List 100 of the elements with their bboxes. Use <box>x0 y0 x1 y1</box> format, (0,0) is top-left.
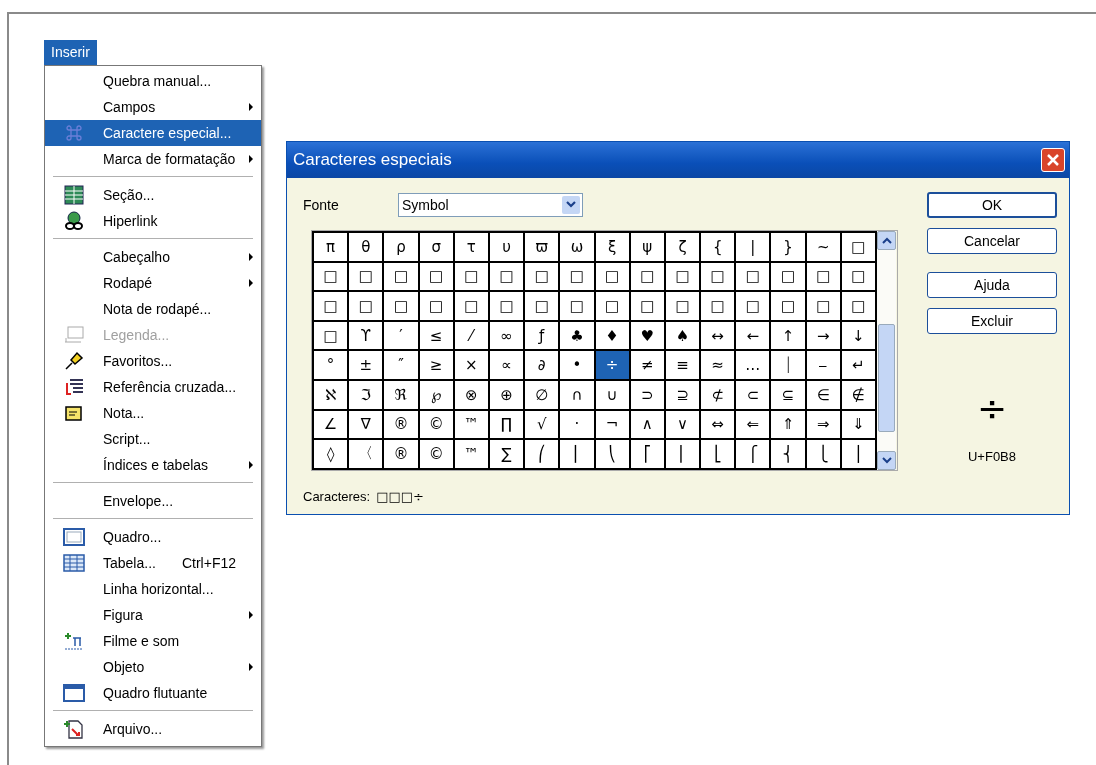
character-cell[interactable]: ⏐ <box>771 351 805 379</box>
character-cell[interactable]: ⊆ <box>771 380 805 409</box>
character-cell[interactable]: ℵ <box>314 380 348 409</box>
menu-item[interactable]: Rodapé <box>45 270 261 296</box>
character-cell[interactable]: ⎡ <box>630 440 664 468</box>
character-cell[interactable]: ⊂ <box>736 380 770 409</box>
character-cell[interactable]: ∇ <box>349 410 383 439</box>
scroll-down-icon[interactable] <box>877 450 896 470</box>
menu-item[interactable]: Hiperlink <box>45 208 261 234</box>
character-cell[interactable]: □ <box>665 262 700 291</box>
character-cell[interactable]: ρ <box>384 233 418 261</box>
character-cell[interactable]: ♣ <box>560 321 594 350</box>
character-cell[interactable]: ® <box>384 440 418 468</box>
character-cell[interactable]: □ <box>419 262 453 291</box>
character-cell[interactable]: ∈ <box>806 380 840 409</box>
font-dropdown[interactable]: Symbol <box>398 193 583 217</box>
character-cell[interactable]: ∞ <box>489 321 524 350</box>
character-cell[interactable]: © <box>419 440 453 468</box>
dialog-button[interactable]: OK <box>927 192 1057 218</box>
character-cell[interactable]: σ <box>419 233 453 261</box>
character-cell[interactable]: ♠ <box>665 321 700 350</box>
character-cell[interactable]: □ <box>595 292 629 320</box>
character-cell[interactable]: □ <box>349 262 383 291</box>
character-cell[interactable]: ⊗ <box>454 380 488 409</box>
character-cell[interactable]: ϒ <box>349 321 383 350</box>
menu-item[interactable]: Índices e tabelas <box>45 452 261 478</box>
character-cell[interactable]: ≡ <box>665 351 700 379</box>
character-cell[interactable]: ″ <box>384 351 418 379</box>
character-cell[interactable]: ♦ <box>595 321 629 350</box>
character-cell[interactable]: □ <box>314 321 348 350</box>
character-cell[interactable]: ≤ <box>419 321 453 350</box>
character-cell[interactable]: ⁄ <box>454 321 488 350</box>
character-cell[interactable]: } <box>771 233 805 261</box>
menu-item[interactable]: Script... <box>45 426 261 452</box>
menu-item[interactable]: Marca de formatação <box>45 146 261 172</box>
character-cell[interactable]: υ <box>489 233 524 261</box>
character-cell[interactable]: ∪ <box>595 380 629 409</box>
menu-item[interactable]: Figura <box>45 602 261 628</box>
character-cell[interactable]: ≥ <box>419 351 453 379</box>
character-cell[interactable]: ↑ <box>771 321 805 350</box>
character-cell[interactable]: ζ <box>665 233 700 261</box>
character-cell[interactable]: ⊃ <box>630 380 664 409</box>
character-cell[interactable]: ′ <box>384 321 418 350</box>
character-cell[interactable]: □ <box>525 292 559 320</box>
character-cell[interactable]: ° <box>314 351 348 379</box>
character-cell[interactable]: □ <box>701 262 735 291</box>
character-cell[interactable]: ≈ <box>701 351 735 379</box>
character-cell[interactable]: ℜ <box>384 380 418 409</box>
character-cell[interactable]: ⎝ <box>595 440 629 468</box>
character-cell[interactable]: → <box>806 321 840 350</box>
scroll-up-icon[interactable] <box>877 231 896 250</box>
character-cell[interactable]: ← <box>736 321 770 350</box>
dialog-button[interactable]: Cancelar <box>927 228 1057 254</box>
character-cell[interactable]: | <box>736 233 770 261</box>
character-cell[interactable]: □ <box>630 262 664 291</box>
menu-item[interactable]: Quadro... <box>45 524 261 550</box>
menu-item[interactable]: Nota de rodapé... <box>45 296 261 322</box>
character-cell[interactable]: □ <box>771 292 805 320</box>
character-cell[interactable]: ® <box>384 410 418 439</box>
menu-item[interactable]: Favoritos... <box>45 348 261 374</box>
menu-item[interactable]: Arquivo... <box>45 716 261 742</box>
character-cell[interactable]: ∏ <box>489 410 524 439</box>
character-cell[interactable]: ⇐ <box>736 410 770 439</box>
character-cell[interactable]: ⎜ <box>560 440 594 468</box>
character-cell[interactable]: □ <box>736 292 770 320</box>
character-cell[interactable]: □ <box>525 262 559 291</box>
character-cell[interactable]: ∂ <box>525 351 559 379</box>
menu-title[interactable]: Inserir <box>44 40 97 65</box>
character-cell[interactable]: ◊ <box>314 440 348 468</box>
character-cell[interactable]: □ <box>841 233 875 261</box>
menu-item[interactable]: Nota... <box>45 400 261 426</box>
character-cell[interactable]: ∨ <box>665 410 700 439</box>
character-cell[interactable]: ~ <box>806 233 840 261</box>
character-cell[interactable]: □ <box>384 262 418 291</box>
character-cell[interactable]: ψ <box>630 233 664 261</box>
character-cell[interactable]: ⎛ <box>525 440 559 468</box>
character-cell[interactable]: □ <box>630 292 664 320</box>
character-cell[interactable]: □ <box>489 262 524 291</box>
menu-item[interactable]: Caractere especial... <box>45 120 261 146</box>
character-cell[interactable]: ♥ <box>630 321 664 350</box>
character-cell[interactable]: × <box>454 351 488 379</box>
character-cell[interactable]: · <box>560 410 594 439</box>
scrollbar[interactable] <box>877 231 896 470</box>
character-cell[interactable]: ⊄ <box>701 380 735 409</box>
character-cell[interactable]: ⇒ <box>806 410 840 439</box>
character-cell[interactable]: ÷ <box>595 351 629 379</box>
character-cell[interactable]: ⇔ <box>701 410 735 439</box>
menu-item[interactable]: Filme e som <box>45 628 261 654</box>
character-cell[interactable]: □ <box>489 292 524 320</box>
character-cell[interactable]: □ <box>314 292 348 320</box>
character-cell[interactable]: ≠ <box>630 351 664 379</box>
character-cell[interactable]: □ <box>454 262 488 291</box>
menu-item[interactable]: Campos <box>45 94 261 120</box>
character-cell[interactable]: ∧ <box>630 410 664 439</box>
character-cell[interactable]: □ <box>384 292 418 320</box>
character-cell[interactable]: ℘ <box>419 380 453 409</box>
menu-item[interactable]: Quadro flutuante <box>45 680 261 706</box>
character-cell[interactable]: • <box>560 351 594 379</box>
character-cell[interactable]: ⎧ <box>736 440 770 468</box>
character-cell[interactable]: □ <box>454 292 488 320</box>
